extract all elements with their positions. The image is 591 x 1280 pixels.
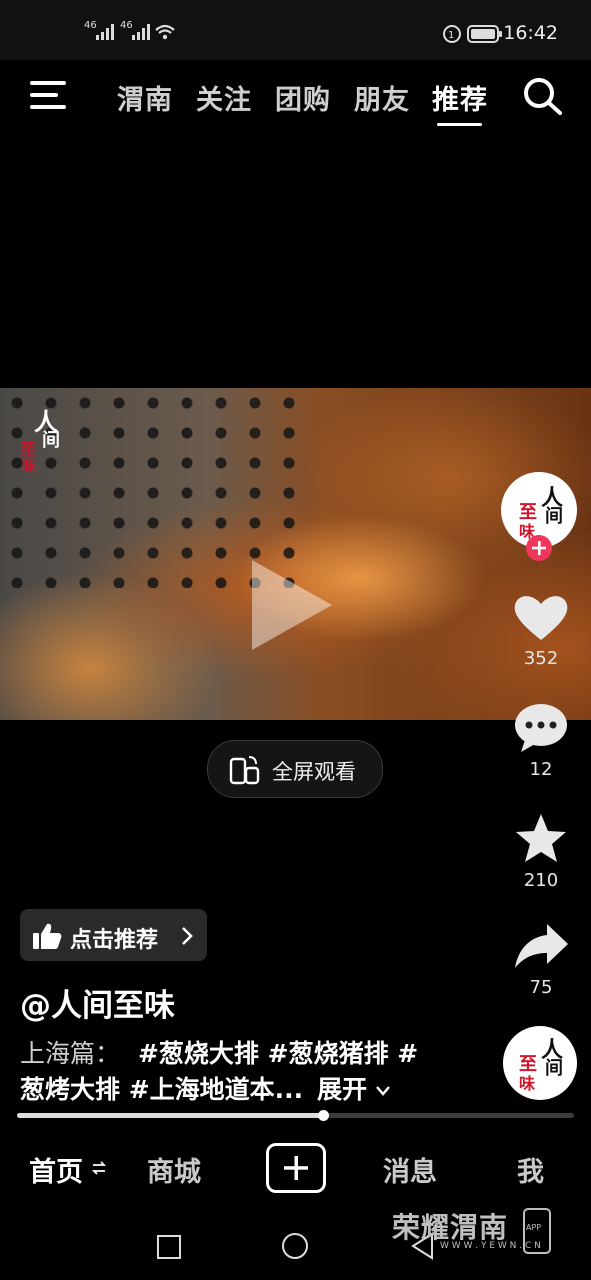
home-button[interactable] xyxy=(282,1233,308,1259)
watermark-brand: 荣耀渭南 xyxy=(392,1211,509,1244)
favorite-count: 210 xyxy=(523,870,559,891)
menu-icon[interactable] xyxy=(30,80,70,110)
share-count: 75 xyxy=(529,977,553,998)
plus-icon xyxy=(532,541,546,555)
like-count: 352 xyxy=(523,648,559,669)
video-progress-knob[interactable] xyxy=(318,1110,330,1121)
avatar-char: 间 xyxy=(545,1058,563,1079)
signal-icon-2 xyxy=(132,24,150,40)
data-saver-icon: 1 xyxy=(443,25,461,43)
logo-char: 味 xyxy=(22,459,36,475)
chevron-right-icon xyxy=(182,927,193,945)
fullscreen-button[interactable]: 全屏观看 xyxy=(207,740,383,798)
post-description-line-2: 葱烤大排 #上海地道本... 展开 xyxy=(20,1070,391,1106)
chevron-down-icon xyxy=(376,1086,390,1096)
heart-icon[interactable] xyxy=(513,592,569,642)
nav-mall[interactable]: 商城 xyxy=(147,1150,201,1189)
recommend-chip[interactable]: 点击推荐 xyxy=(20,909,207,961)
expand-link[interactable]: 展开 xyxy=(317,1075,367,1104)
watermark-app: APP xyxy=(526,1223,542,1232)
music-disc-avatar[interactable]: 人 间 至 味 xyxy=(503,1026,577,1100)
video-logo: 人 间 至 味 xyxy=(18,402,68,482)
tab-recommended[interactable]: 推荐 xyxy=(432,78,488,117)
video-player[interactable]: 人 间 至 味 xyxy=(0,388,591,720)
rotate-screen-icon xyxy=(229,756,260,785)
post-description-line-1: 上海篇： #葱烧大排 #葱烧猪排 # xyxy=(20,1034,418,1070)
signal-label-1: 46 xyxy=(84,20,97,31)
active-tab-indicator xyxy=(437,123,482,126)
logo-char: 间 xyxy=(42,430,60,451)
comment-icon[interactable] xyxy=(513,702,569,754)
hashtags[interactable]: #葱烧大排 #葱烧猪排 # xyxy=(138,1039,418,1068)
share-icon[interactable] xyxy=(513,922,569,968)
avatar-char: 间 xyxy=(545,506,563,527)
search-icon[interactable] xyxy=(522,76,564,116)
tab-friends[interactable]: 朋友 xyxy=(354,78,410,117)
plus-icon xyxy=(284,1156,308,1180)
signal-label-2: 46 xyxy=(120,20,133,31)
create-button[interactable] xyxy=(266,1143,326,1193)
star-icon[interactable] xyxy=(513,812,569,866)
battery-icon xyxy=(467,25,502,43)
wifi-icon xyxy=(155,24,175,40)
watermark-phone-icon: APP xyxy=(523,1208,551,1254)
tab-following[interactable]: 关注 xyxy=(196,78,252,117)
comment-count: 12 xyxy=(529,759,553,780)
avatar-char: 味 xyxy=(519,1074,536,1093)
nav-home[interactable]: 首页 xyxy=(29,1150,83,1189)
recent-apps-button[interactable] xyxy=(157,1235,181,1259)
thumbs-up-icon xyxy=(33,923,62,949)
recommend-label: 点击推荐 xyxy=(70,928,159,953)
tab-weinan[interactable]: 渭南 xyxy=(117,78,173,117)
play-icon[interactable] xyxy=(252,560,332,650)
author-name[interactable]: @人间至味 xyxy=(20,980,175,1025)
nav-me[interactable]: 我 xyxy=(517,1150,544,1189)
tab-group-buy[interactable]: 团购 xyxy=(275,78,331,117)
nav-messages[interactable]: 消息 xyxy=(383,1150,437,1189)
signal-icon xyxy=(96,24,114,40)
follow-button[interactable] xyxy=(526,535,552,561)
status-bar: 46 46 1 16:42 xyxy=(0,0,591,60)
svg-text:1: 1 xyxy=(448,30,454,41)
video-progress-fill xyxy=(17,1113,324,1118)
switch-feed-icon[interactable] xyxy=(92,1160,106,1176)
fullscreen-label: 全屏观看 xyxy=(272,760,356,784)
description-prefix: 上海篇： xyxy=(20,1039,121,1068)
clock: 16:42 xyxy=(503,22,558,44)
hashtags-continued[interactable]: 葱烤大排 #上海地道本... xyxy=(20,1075,303,1104)
